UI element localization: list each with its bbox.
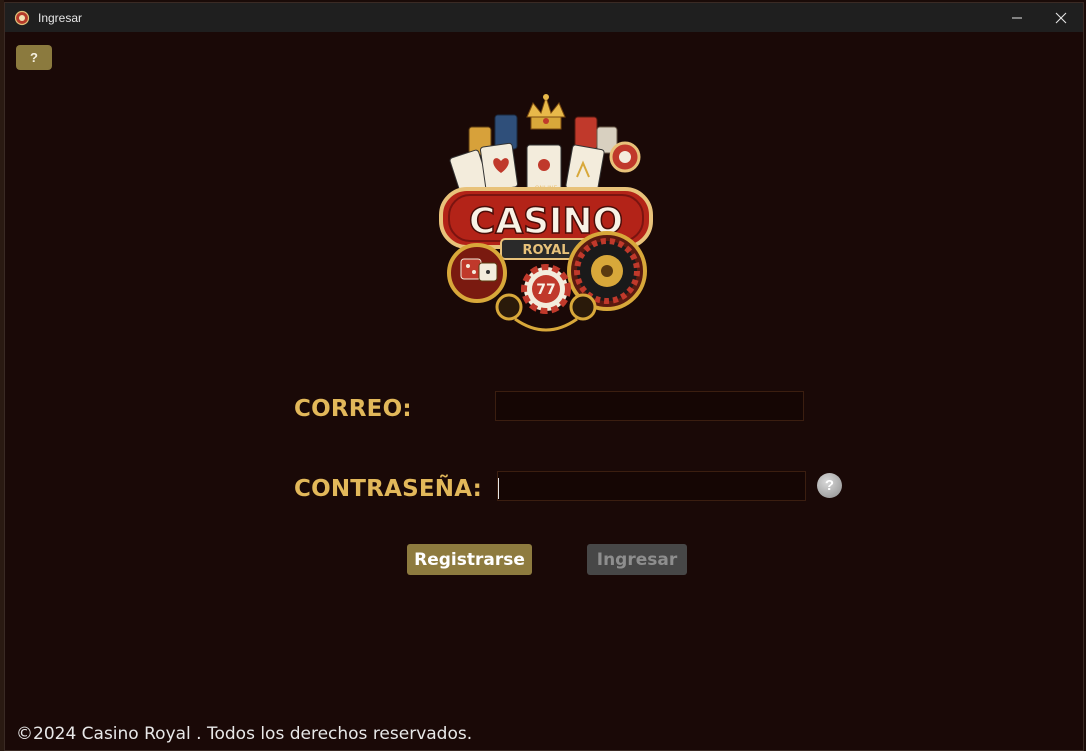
window-title: Ingresar (38, 10, 83, 25)
register-button[interactable]: Registrarse (407, 544, 532, 575)
login-window: Ingresar ? CASINO ONLINE ROYAL 77 CORREO… (4, 2, 1084, 751)
app-icon (14, 10, 30, 25)
text-caret (498, 478, 499, 499)
lucky-77-chip: 77 (521, 264, 571, 314)
title-bar[interactable]: Ingresar (5, 3, 1083, 32)
svg-text:ONLINE: ONLINE (535, 185, 558, 192)
password-help-icon[interactable]: ? (817, 473, 842, 498)
crown-icon (526, 94, 566, 130)
password-field[interactable] (497, 471, 806, 501)
minimize-button[interactable] (995, 3, 1039, 32)
footer-copyright: ©2024 Casino Royal . Todos los derechos … (16, 724, 473, 744)
window-controls (995, 3, 1083, 32)
email-label: CORREO: (294, 396, 412, 422)
help-button[interactable]: ? (16, 45, 52, 70)
casino-royal-logo: CASINO ONLINE ROYAL 77 (439, 94, 653, 332)
svg-text:77: 77 (536, 282, 555, 298)
minimize-icon (1012, 17, 1022, 18)
login-button[interactable]: Ingresar (587, 544, 687, 575)
email-field[interactable] (495, 391, 804, 421)
close-button[interactable] (1039, 3, 1083, 32)
svg-text:ROYAL: ROYAL (522, 243, 569, 258)
close-icon (1055, 12, 1067, 23)
password-label: CONTRASEÑA: (294, 476, 483, 502)
dice-icon (447, 243, 507, 303)
